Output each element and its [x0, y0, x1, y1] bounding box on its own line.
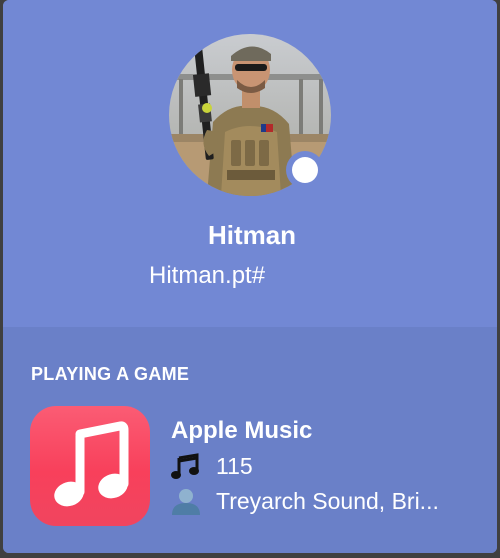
online-status-icon — [292, 157, 318, 183]
username: Hitman — [207, 220, 297, 250]
status-indicator — [286, 151, 324, 189]
user-tag: Hitman.pt# — [149, 262, 266, 289]
track-count: 115 — [216, 452, 253, 479]
activity-section: PLAYING A GAME Apple Music 115 Treyarch … — [3, 327, 497, 553]
artist-row: Treyarch Sound, Bri... — [169, 486, 439, 516]
avatar-container[interactable] — [169, 34, 331, 196]
app-name: Apple Music — [171, 417, 313, 444]
music-note-icon — [169, 452, 205, 480]
music-note-glyph — [54, 421, 129, 507]
person-icon — [169, 487, 205, 515]
artist-name: Treyarch Sound, Bri... — [216, 487, 439, 514]
track-count-row: 115 — [169, 451, 253, 481]
apple-music-icon[interactable] — [30, 406, 150, 526]
user-profile-card: Hitman Hitman.pt# PLAYING A GAME Apple M… — [3, 0, 497, 553]
section-title: PLAYING A GAME — [31, 364, 190, 384]
profile-header: Hitman Hitman.pt# — [3, 0, 497, 327]
